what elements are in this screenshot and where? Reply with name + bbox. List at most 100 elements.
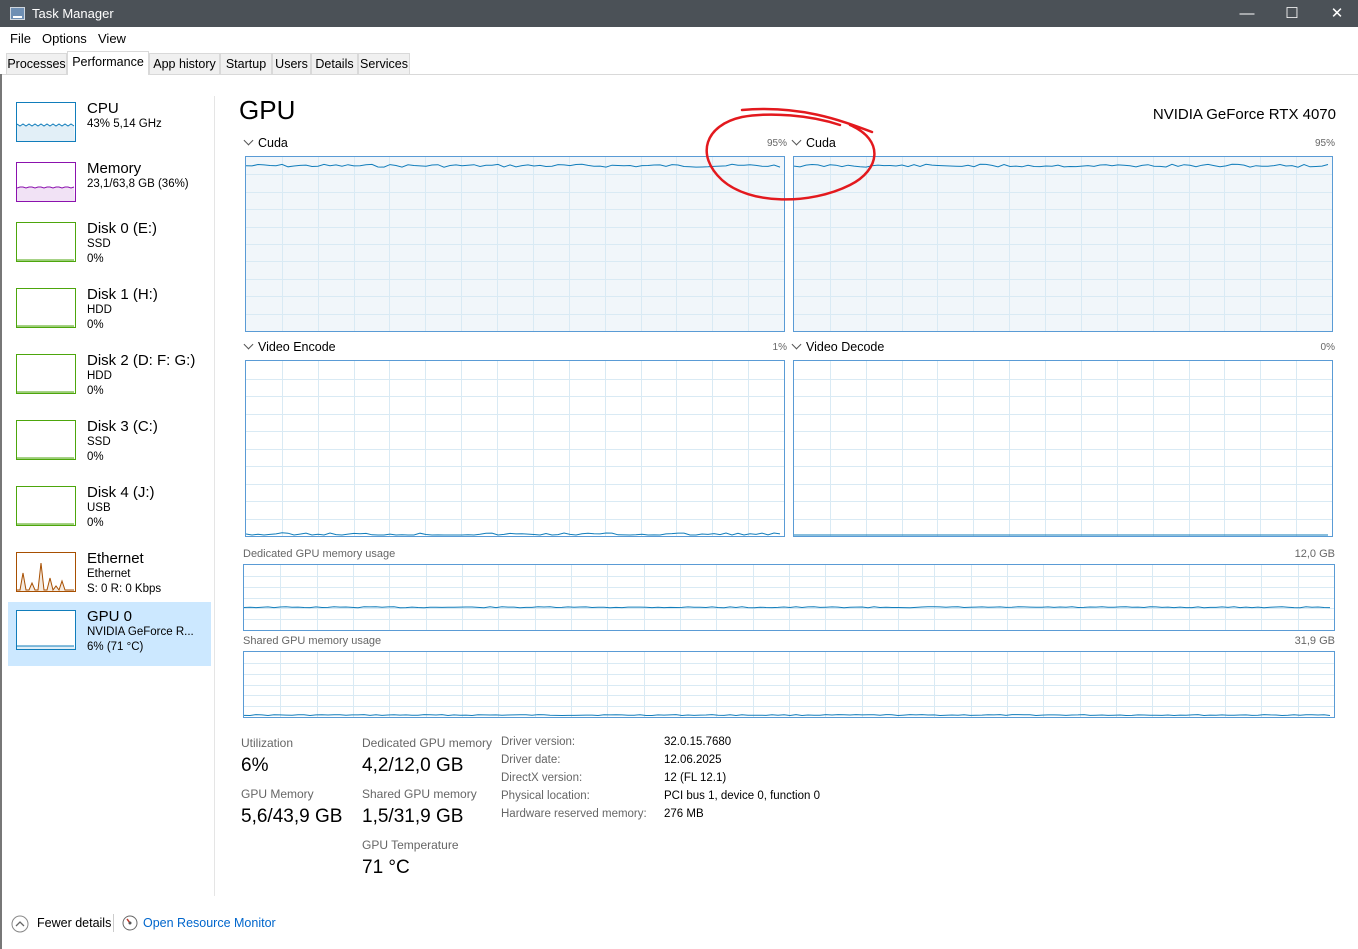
sidebar-item-detail: 43% 5,14 GHz [87,118,162,130]
shared-memory-stat-label: Shared GPU memory [362,787,477,801]
directx-version-value: 12 (FL 12.1) [664,772,727,784]
sidebar-item-cpu[interactable]: CPU 43% 5,14 GHz [8,94,211,158]
sidebar-item-detail: 0% [87,451,104,463]
sidebar-item-detail: 0% [87,385,104,397]
tab-performance[interactable]: Performance [67,51,149,75]
dedicated-memory-max: 12,0 GB [1294,548,1335,560]
chevron-down-icon [243,339,254,350]
sidebar-item-ethernet[interactable]: Ethernet Ethernet S: 0 R: 0 Kbps [8,544,211,608]
reserved-memory-value: 276 MB [664,808,704,820]
directx-version-label: DirectX version: [501,772,583,784]
sidebar-item-detail: USB [87,502,111,514]
shared-memory-label: Shared GPU memory usage [243,635,382,647]
sidebar-item-gpu-0[interactable]: GPU 0 NVIDIA GeForce R... 6% (71 °C) [8,602,211,666]
sidebar-item-detail: 0% [87,517,104,529]
dedicated-memory-stat-label: Dedicated GPU memory [362,736,493,750]
sidebar-item-detail: 6% (71 °C) [87,641,144,653]
tab-strip: Processes Performance App history Startu… [0,51,1358,75]
red-circle-annotation [690,100,890,210]
tab-processes[interactable]: Processes [6,53,67,74]
engine-selector-4[interactable]: Video Decode [791,339,884,354]
task-manager-icon [10,7,25,20]
open-resource-monitor-label: Open Resource Monitor [143,916,276,930]
sidebar-item-name: Disk 4 (J:) [87,484,155,501]
sidebar-divider [214,96,215,896]
shared-memory-stat-value: 1,5/31,9 GB [362,806,464,827]
gpu-memory-value: 5,6/43,9 GB [241,806,343,827]
sidebar-item-name: Disk 1 (H:) [87,286,158,303]
sidebar-item-name: Memory [87,160,142,177]
driver-date-value: 12.06.2025 [664,754,722,766]
engine-percent-3: 1% [772,342,787,353]
dedicated-memory-graph [243,564,1335,631]
menu-options[interactable]: Options [42,31,87,46]
sidebar-item-disk-0-e[interactable]: Disk 0 (E:) SSD 0% [8,214,211,278]
physical-location-label: Physical location: [501,790,590,802]
menu-view[interactable]: View [98,31,126,46]
chevron-up-circle-icon [11,915,29,933]
sidebar-thumbnail-graph [16,552,76,592]
sidebar-item-name: Ethernet [87,550,144,567]
sidebar-item-detail: 0% [87,319,104,331]
resource-monitor-icon [122,915,138,931]
sidebar-item-name: Disk 0 (E:) [87,220,158,237]
sidebar-item-disk-2-d-f-g[interactable]: Disk 2 (D: F: G:) HDD 0% [8,346,211,410]
engine-graph-4 [793,360,1333,537]
utilization-value: 6% [241,755,269,776]
gpu-temperature-label: GPU Temperature [362,838,459,852]
engine-graph-3 [245,360,785,537]
page-title: GPU [239,95,296,125]
menu-file[interactable]: File [10,31,31,46]
sidebar-item-disk-4-j[interactable]: Disk 4 (J:) USB 0% [8,478,211,542]
tab-services[interactable]: Services [358,53,410,74]
sidebar-item-detail: 0% [87,253,104,265]
sidebar-item-name: GPU 0 [87,608,133,625]
dedicated-memory-stat-value: 4,2/12,0 GB [362,755,464,776]
tab-app-history[interactable]: App history [149,53,220,74]
sidebar-thumbnail-graph [16,162,76,202]
sidebar-thumbnail-graph [16,486,76,526]
reserved-memory-label: Hardware reserved memory: [501,808,647,820]
utilization-label: Utilization [241,736,294,750]
sidebar-item-name: Disk 3 (C:) [87,418,158,435]
sidebar-item-detail: 23,1/63,8 GB (36%) [87,178,189,190]
gpu-memory-label: GPU Memory [241,787,314,801]
window-title: Task Manager [32,6,114,21]
sidebar-thumbnail-graph [16,102,76,142]
tab-startup[interactable]: Startup [220,53,272,74]
window-left-border [0,74,2,949]
driver-version-label: Driver version: [501,736,576,748]
sidebar-item-disk-1-h[interactable]: Disk 1 (H:) HDD 0% [8,280,211,344]
tab-details[interactable]: Details [311,53,358,74]
dedicated-memory-label: Dedicated GPU memory usage [243,548,396,560]
engine-percent-2: 95% [1314,138,1335,149]
sidebar-item-detail: HDD [87,304,112,316]
menu-bar: File Options View [0,28,1358,50]
sidebar-thumbnail-graph [16,610,76,650]
engine-selector-3[interactable]: Video Encode [243,339,336,354]
sidebar-item-disk-3-c[interactable]: Disk 3 (C:) SSD 0% [8,412,211,476]
footer-separator [113,914,114,932]
gpu-temperature-value: 71 °C [362,857,410,878]
shared-memory-max: 31,9 GB [1294,635,1335,647]
sidebar-item-name: Disk 2 (D: F: G:) [87,352,196,369]
maximize-button[interactable]: ☐ [1269,0,1315,27]
engine-selector-1[interactable]: Cuda [243,135,288,150]
physical-location-value: PCI bus 1, device 0, function 0 [664,790,820,802]
sidebar-thumbnail-graph [16,420,76,460]
sidebar-item-detail: SSD [87,238,111,250]
sidebar-item-memory[interactable]: Memory 23,1/63,8 GB (36%) [8,154,211,218]
title-bar: Task Manager — ☐ ✕ [0,0,1358,27]
sidebar-item-detail: Ethernet [87,568,131,580]
sidebar-item-name: CPU [87,100,119,117]
fewer-details-label: Fewer details [37,916,112,930]
driver-date-label: Driver date: [501,754,561,766]
minimize-button[interactable]: — [1224,0,1270,27]
sidebar-thumbnail-graph [16,222,76,262]
sidebar-item-detail: NVIDIA GeForce R... [87,626,194,638]
close-button[interactable]: ✕ [1314,0,1358,27]
sidebar-item-detail: S: 0 R: 0 Kbps [87,583,162,595]
chevron-down-icon [791,339,802,350]
footer: Fewer details Open Resource Monitor [0,907,1358,949]
tab-users[interactable]: Users [272,53,311,74]
